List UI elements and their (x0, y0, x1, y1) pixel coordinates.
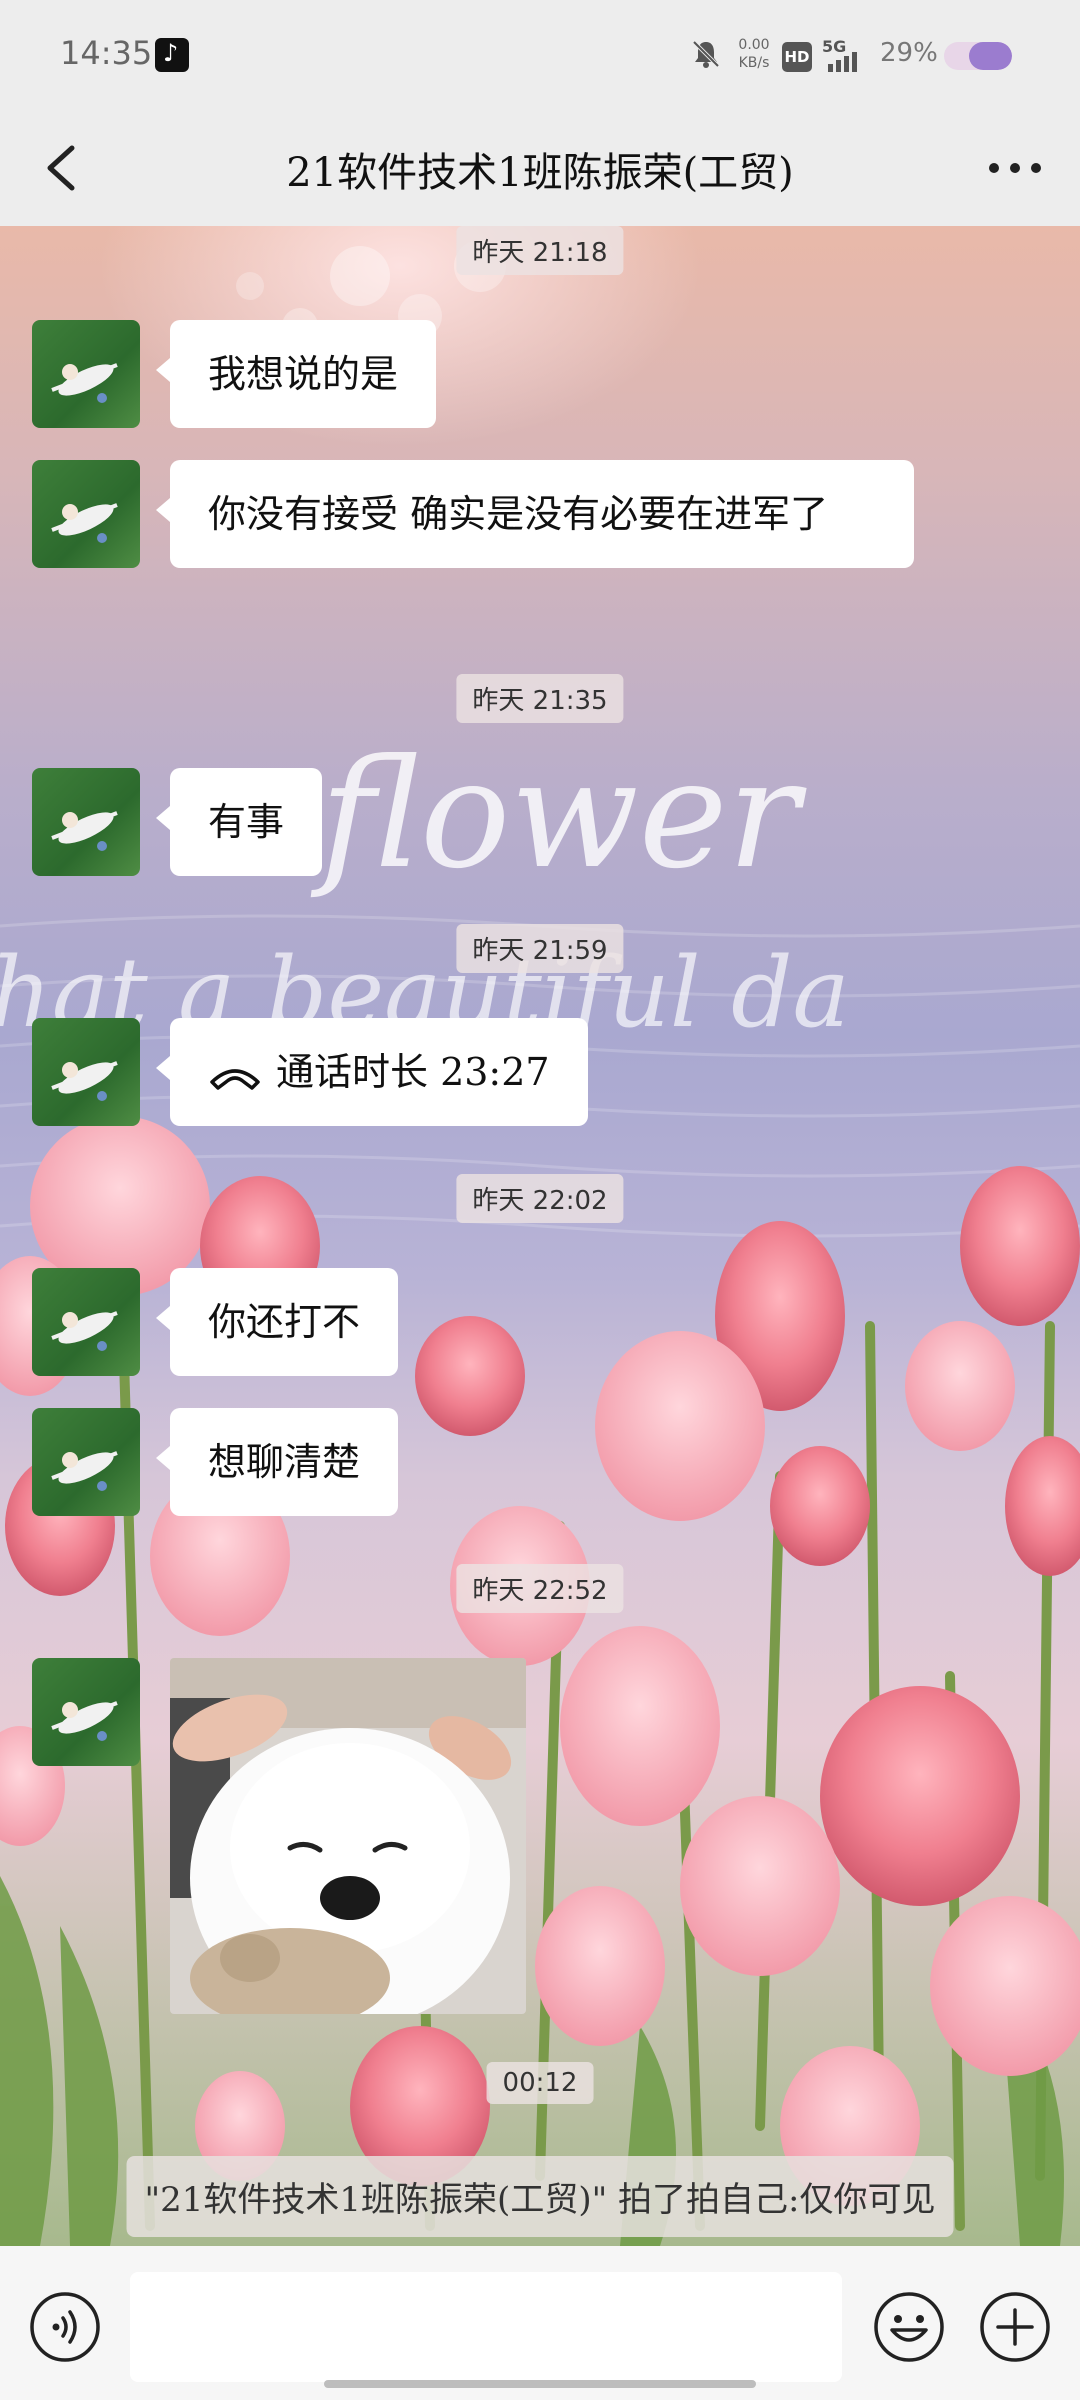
chat-input-bar (0, 2246, 1080, 2400)
chat-title: 21软件技术1班陈振荣(工贸) (286, 150, 794, 196)
image-message[interactable] (170, 1658, 526, 2014)
avatar-image (51, 1701, 118, 1741)
battery-icon (944, 42, 1012, 70)
message-bubble[interactable]: 你还打不 (155, 1268, 399, 1376)
contact-avatar[interactable] (32, 1268, 140, 1376)
background-script-flower: flower (310, 728, 808, 902)
call-duration: 通话时长 23:27 (276, 1050, 550, 1094)
message-timestamp: 00:12 (486, 2062, 594, 2104)
home-indicator[interactable] (324, 2380, 756, 2388)
chevron-left-icon[interactable] (32, 134, 92, 202)
message-timestamp: 昨天 21:35 (456, 674, 624, 723)
status-bar: 14:35 0.00 KB/s HD 5G 29% (0, 0, 1080, 110)
avatar-image (51, 363, 118, 403)
avatar-image (51, 1451, 118, 1491)
hd-badge: HD (782, 42, 812, 72)
message-bubble[interactable]: 有事 (155, 768, 323, 876)
message-timestamp: 昨天 22:52 (456, 1564, 624, 1613)
network-label: 5G (822, 37, 846, 56)
battery-fill (968, 42, 1012, 70)
message-timestamp: 昨天 21:18 (456, 226, 624, 275)
plus-icon[interactable] (978, 2290, 1052, 2364)
mute-bell-icon (692, 40, 720, 68)
message-bubble[interactable]: 我想说的是 (155, 320, 437, 428)
network-speed-unit: KB/s (738, 55, 770, 71)
signal-5g-icon: 5G (822, 37, 857, 72)
contact-avatar[interactable] (32, 1408, 140, 1516)
avatar-image (51, 811, 118, 851)
avatar-image (51, 503, 118, 543)
emoji-icon[interactable] (872, 2290, 946, 2364)
pat-system-notice: "21软件技术1班陈振荣(工贸)" 拍了拍自己:仅你可见 (126, 2156, 954, 2237)
chat-message-list[interactable]: flower hat a beautiful da 昨天 21:18 我想说的是… (0, 226, 1080, 2246)
message-timestamp: 昨天 22:02 (456, 1174, 624, 1223)
voice-icon[interactable] (28, 2290, 102, 2364)
network-speed-value: 0.00 (738, 37, 770, 53)
battery-percent: 29% (880, 38, 938, 68)
message-input[interactable] (130, 2272, 842, 2382)
avatar-image (51, 1061, 118, 1101)
status-time: 14:35 (60, 34, 153, 72)
network-speed: 0.00 KB/s (736, 36, 772, 72)
white-puppy-photo (170, 1658, 526, 2014)
message-timestamp: 昨天 21:59 (456, 924, 624, 973)
tiktok-notification-icon (155, 38, 189, 72)
phone-call-icon (210, 1068, 260, 1090)
message-bubble[interactable]: 你没有接受 确实是没有必要在进军了 (156, 460, 914, 568)
contact-avatar[interactable] (32, 460, 140, 568)
contact-avatar[interactable] (32, 1018, 140, 1126)
more-dots-icon[interactable] (980, 140, 1050, 196)
chat-header: 21软件技术1班陈振荣(工贸) (0, 110, 1080, 226)
call-record-bubble[interactable]: 通话时长 23:27 (156, 1018, 588, 1126)
contact-avatar[interactable] (32, 768, 140, 876)
message-bubble[interactable]: 想聊清楚 (155, 1408, 399, 1516)
contact-avatar[interactable] (32, 320, 140, 428)
avatar-image (51, 1311, 118, 1351)
contact-avatar[interactable] (32, 1658, 140, 1766)
